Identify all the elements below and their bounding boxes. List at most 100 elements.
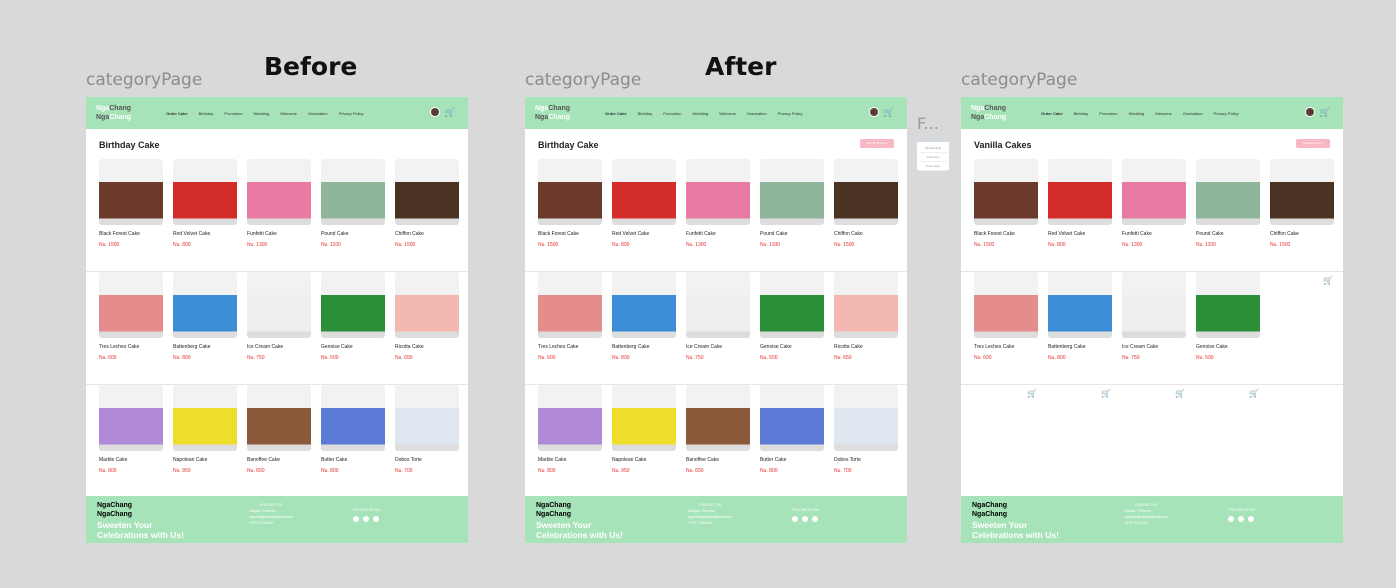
cake-image[interactable] xyxy=(834,385,898,451)
facebook-icon[interactable] xyxy=(792,516,798,522)
product-card[interactable]: Tres Leches CakeNu. 600🛒 xyxy=(538,272,602,398)
facebook-icon[interactable] xyxy=(1228,516,1234,522)
cake-image[interactable] xyxy=(538,159,602,225)
product-name[interactable]: Black Forest Cake xyxy=(538,231,602,238)
avatar[interactable] xyxy=(1305,107,1315,117)
sort-button[interactable]: Sort By Name ▾ xyxy=(860,139,894,148)
nav-item[interactable]: Order Cake xyxy=(1041,111,1063,116)
product-card[interactable]: Ricotta CakeNu. 650🛒 xyxy=(834,272,898,398)
cake-image[interactable] xyxy=(247,272,311,338)
product-card[interactable]: Chiffon CakeNu. 1500🛒 xyxy=(395,159,459,285)
cake-image[interactable] xyxy=(686,159,750,225)
product-name[interactable]: Tres Leches Cake xyxy=(538,344,602,351)
nav-item[interactable]: Promotion xyxy=(224,111,242,116)
product-card[interactable]: Pound CakeNu. 1100🛒 xyxy=(760,159,824,285)
instagram-icon[interactable] xyxy=(802,516,808,522)
cake-image[interactable] xyxy=(1048,159,1112,225)
nav-item[interactable]: Privacy Policy xyxy=(778,111,803,116)
product-name[interactable]: Red Velvet Cake xyxy=(173,231,237,238)
product-card[interactable]: Genoise CakeNu. 500🛒 xyxy=(1196,272,1260,398)
product-name[interactable]: Tres Leches Cake xyxy=(99,344,163,351)
add-to-cart-icon[interactable]: 🛒 xyxy=(1027,390,1037,398)
add-to-cart-icon[interactable]: 🛒 xyxy=(1249,390,1259,398)
product-card[interactable]: Black Forest CakeNu. 1500🛒 xyxy=(99,159,163,285)
product-name[interactable]: Ice Cream Cake xyxy=(247,344,311,351)
product-name[interactable]: Butter Cake xyxy=(760,457,824,464)
cake-image[interactable] xyxy=(612,159,676,225)
footer-logo[interactable]: NgaChang NgaChang xyxy=(536,501,571,519)
cake-image[interactable] xyxy=(321,159,385,225)
nav-item[interactable]: Wedding xyxy=(693,111,709,116)
product-card[interactable]: Ice Cream CakeNu. 750🛒 xyxy=(247,272,311,398)
product-card[interactable]: Red Velvet CakeNu. 800🛒 xyxy=(1048,159,1112,285)
product-name[interactable]: Ricotta Cake xyxy=(395,344,459,351)
product-name[interactable]: Pound Cake xyxy=(1196,231,1260,238)
cake-image[interactable] xyxy=(99,385,163,451)
product-card[interactable]: Red Velvet CakeNu. 800🛒 xyxy=(612,159,676,285)
cake-image[interactable] xyxy=(321,385,385,451)
cake-image[interactable] xyxy=(1122,272,1186,338)
twitter-icon[interactable] xyxy=(812,516,818,522)
footer-logo[interactable]: NgaChang NgaChang xyxy=(972,501,1007,519)
cake-image[interactable] xyxy=(760,272,824,338)
product-card[interactable]: Battenberg CakeNu. 800🛒 xyxy=(612,272,676,398)
product-card[interactable]: Black Forest CakeNu. 1500🛒 xyxy=(538,159,602,285)
product-card[interactable]: Butter CakeNu. 800🛒 xyxy=(760,385,824,511)
nav-item[interactable]: Welcome xyxy=(280,111,297,116)
product-name[interactable]: Pound Cake xyxy=(321,231,385,238)
cake-image[interactable] xyxy=(173,272,237,338)
nav-item[interactable]: Graduation xyxy=(308,111,328,116)
cake-image[interactable] xyxy=(686,385,750,451)
site-logo[interactable]: NgaChang NgaChang xyxy=(535,104,595,122)
add-to-cart-icon[interactable]: 🛒 xyxy=(1323,277,1333,285)
product-name[interactable]: Napolean Cake xyxy=(612,457,676,464)
product-name[interactable]: Battenberg Cake xyxy=(612,344,676,351)
product-card[interactable]: Ice Cream CakeNu. 750🛒 xyxy=(1122,272,1186,398)
product-name[interactable]: Black Forest Cake xyxy=(974,231,1038,238)
cake-image[interactable] xyxy=(686,272,750,338)
cake-image[interactable] xyxy=(538,385,602,451)
product-card[interactable]: Funfetti CakeNu. 1300🛒 xyxy=(247,159,311,285)
sort-popup[interactable]: Alphabetical Price low Price high xyxy=(916,141,950,171)
product-card[interactable]: Napolean CakeNu. 950🛒 xyxy=(173,385,237,511)
product-card[interactable]: Genoise CakeNu. 500🛒 xyxy=(760,272,824,398)
product-card[interactable]: Genoise CakeNu. 500🛒 xyxy=(321,272,385,398)
product-name[interactable]: Napolean Cake xyxy=(173,457,237,464)
product-card[interactable]: Chiffon CakeNu. 1500🛒 xyxy=(1270,159,1334,285)
popup-item[interactable]: Price high xyxy=(919,162,947,171)
popup-item[interactable]: Price low xyxy=(919,153,947,162)
cake-image[interactable] xyxy=(834,272,898,338)
cake-image[interactable] xyxy=(974,159,1038,225)
cake-image[interactable] xyxy=(395,385,459,451)
cake-image[interactable] xyxy=(99,159,163,225)
cake-image[interactable] xyxy=(834,159,898,225)
product-card[interactable]: Banoffee CakeNu. 650🛒 xyxy=(686,385,750,511)
product-name[interactable]: Ice Cream Cake xyxy=(686,344,750,351)
nav-item[interactable]: Birthday xyxy=(199,111,214,116)
product-name[interactable]: Funfetti Cake xyxy=(1122,231,1186,238)
product-card[interactable]: Dobos TorteNu. 700🛒 xyxy=(395,385,459,511)
cake-image[interactable] xyxy=(99,272,163,338)
avatar[interactable] xyxy=(430,107,440,117)
footer-logo[interactable]: NgaChang NgaChang xyxy=(97,501,132,519)
nav-item[interactable]: Wedding xyxy=(254,111,270,116)
cart-icon[interactable]: 🛒 xyxy=(1319,107,1330,117)
product-card[interactable]: Banoffee CakeNu. 650🛒 xyxy=(247,385,311,511)
popup-item[interactable]: Alphabetical xyxy=(919,144,947,153)
product-name[interactable]: Battenberg Cake xyxy=(1048,344,1112,351)
product-card[interactable]: Ricotta CakeNu. 650🛒 xyxy=(395,272,459,398)
product-name[interactable]: Tres Leches Cake xyxy=(974,344,1038,351)
nav-item[interactable]: Welcome xyxy=(1155,111,1172,116)
facebook-icon[interactable] xyxy=(353,516,359,522)
add-to-cart-icon[interactable]: 🛒 xyxy=(1101,390,1111,398)
cake-image[interactable] xyxy=(247,159,311,225)
twitter-icon[interactable] xyxy=(1248,516,1254,522)
cart-icon[interactable]: 🛒 xyxy=(444,107,455,117)
product-card[interactable]: Red Velvet CakeNu. 800🛒 xyxy=(173,159,237,285)
product-name[interactable]: Chiffon Cake xyxy=(1270,231,1334,238)
add-to-cart-icon[interactable]: 🛒 xyxy=(1175,390,1185,398)
nav-item[interactable]: Order Cake xyxy=(166,111,188,116)
product-name[interactable]: Butter Cake xyxy=(321,457,385,464)
product-card[interactable]: Butter CakeNu. 800🛒 xyxy=(321,385,385,511)
product-card[interactable]: Black Forest CakeNu. 1500🛒 xyxy=(974,159,1038,285)
